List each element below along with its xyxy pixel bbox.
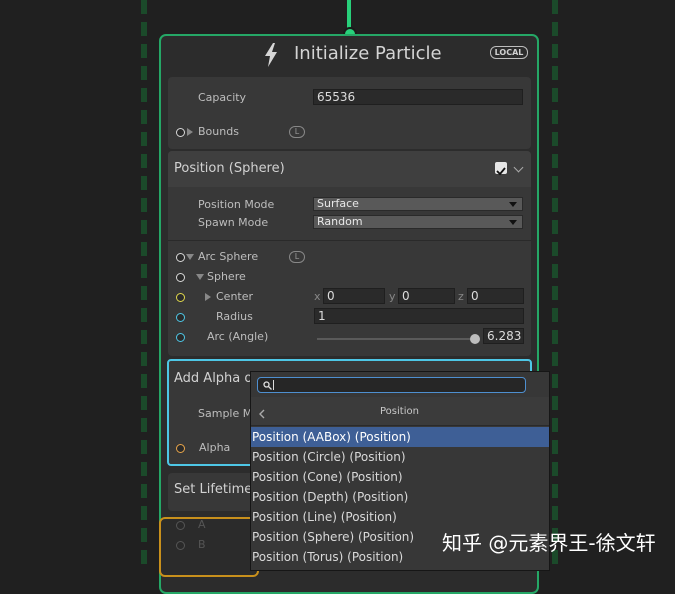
watermark: 知乎 @元素界王-徐文轩 <box>442 531 656 555</box>
popup-item-position-aabox[interactable]: Position (AABox) (Position) <box>251 427 549 447</box>
radius-label: Radius <box>216 310 253 323</box>
spawn-mode-label: Spawn Mode <box>198 216 269 229</box>
capacity-field[interactable]: 65536 <box>313 89 523 105</box>
arc-label: Arc (Angle) <box>207 330 269 343</box>
set-lifetime-title: Set Lifetime <box>174 482 253 497</box>
arc-sphere-local-badge[interactable]: L <box>289 251 305 263</box>
center-y-label: y <box>389 290 396 303</box>
local-badge[interactable]: LOCAL <box>490 46 528 59</box>
arc-value-field[interactable]: 6.283 <box>483 328 524 344</box>
bounds-port[interactable] <box>176 128 185 137</box>
port-b-label: B <box>198 538 206 551</box>
port-a[interactable] <box>176 521 185 530</box>
center-y-field[interactable]: 0 <box>398 288 455 304</box>
position-mode-label: Position Mode <box>198 198 275 211</box>
add-alpha-title: Add Alpha ov <box>174 371 261 386</box>
graph-system-border-left <box>141 0 147 569</box>
alpha-label: Alpha <box>199 441 231 454</box>
bounds-expand-icon[interactable] <box>187 128 193 136</box>
arc-sphere-expand-icon[interactable] <box>186 254 194 260</box>
arc-slider-track[interactable] <box>317 338 477 340</box>
popup-item-position-depth[interactable]: Position (Depth) (Position) <box>251 487 549 507</box>
arc-port[interactable] <box>176 333 185 342</box>
sphere-port[interactable] <box>176 273 185 282</box>
alpha-port[interactable] <box>176 444 185 453</box>
bounds-local-badge[interactable]: L <box>289 126 305 138</box>
center-label: Center <box>216 290 254 303</box>
bounds-label: Bounds <box>198 125 239 138</box>
center-z-label: z <box>458 290 464 303</box>
checkmark-icon <box>496 167 506 176</box>
radius-field[interactable]: 1 <box>314 308 524 324</box>
radius-port[interactable] <box>176 313 185 322</box>
sample-mode-label: Sample M <box>198 407 253 420</box>
position-mode-value: Surface <box>317 197 359 210</box>
center-port[interactable] <box>176 293 185 302</box>
popup-item-position-line[interactable]: Position (Line) (Position) <box>251 507 549 527</box>
context-title: Initialize Particle <box>294 43 442 64</box>
port-a-label: A <box>198 518 206 531</box>
port-b[interactable] <box>176 541 185 550</box>
search-icon <box>263 381 272 390</box>
arc-sphere-port[interactable] <box>176 253 185 262</box>
center-z-field[interactable]: 0 <box>467 288 524 304</box>
popup-category-title: Position <box>380 406 419 417</box>
sphere-expand-icon[interactable] <box>196 274 204 280</box>
arc-sphere-label: Arc Sphere <box>198 250 259 263</box>
text-caret <box>273 380 274 390</box>
arc-slider-handle[interactable] <box>470 334 480 344</box>
popup-item-position-circle[interactable]: Position (Circle) (Position) <box>251 447 549 467</box>
dropdown-arrow-icon <box>509 202 517 207</box>
back-arrow-icon[interactable] <box>259 409 265 419</box>
center-x-field[interactable]: 0 <box>323 288 385 304</box>
operator-node[interactable] <box>159 517 259 577</box>
capacity-block <box>168 77 531 149</box>
position-sphere-title: Position (Sphere) <box>174 161 285 176</box>
block-enabled-checkbox[interactable] <box>495 162 507 176</box>
divider <box>168 240 531 241</box>
center-x-label: x <box>314 290 321 303</box>
search-input[interactable] <box>257 377 526 393</box>
center-expand-icon[interactable] <box>205 293 211 301</box>
dropdown-arrow-icon <box>509 220 517 225</box>
popup-item-position-cone[interactable]: Position (Cone) (Position) <box>251 467 549 487</box>
spawn-mode-value: Random <box>317 215 363 228</box>
sphere-label: Sphere <box>207 270 246 283</box>
graph-system-border-right <box>552 0 558 569</box>
capacity-label: Capacity <box>198 91 247 104</box>
spawn-mode-dropdown[interactable]: Random <box>313 215 523 229</box>
bolt-icon <box>265 43 277 67</box>
position-mode-dropdown[interactable]: Surface <box>313 197 523 211</box>
